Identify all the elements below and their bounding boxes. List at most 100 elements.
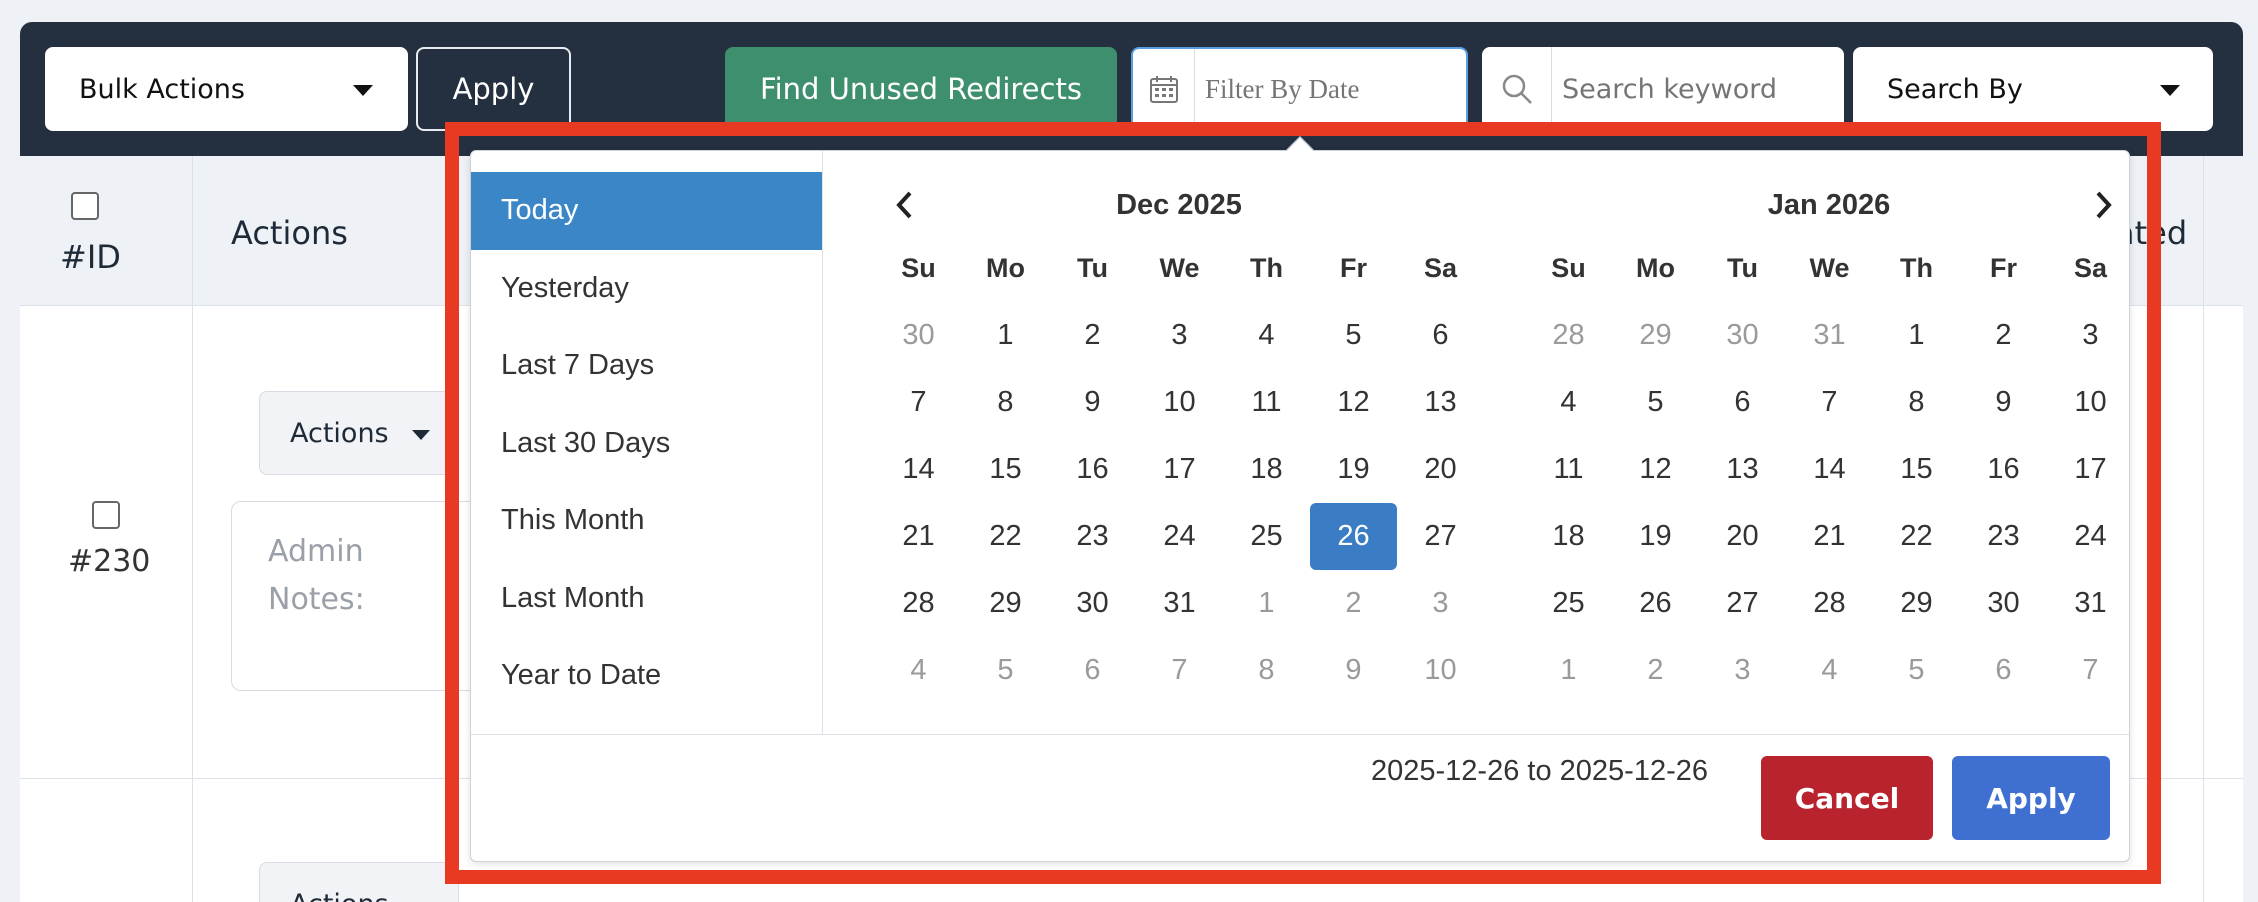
calendar-day[interactable]: 12 <box>1310 369 1397 436</box>
calendar-day[interactable]: 14 <box>875 436 962 503</box>
date-filter-field[interactable] <box>1131 47 1468 131</box>
calendar-day[interactable]: 30 <box>1960 570 2047 637</box>
range-yesterday[interactable]: Yesterday <box>471 250 822 328</box>
calendar-day[interactable]: 14 <box>1786 436 1873 503</box>
calendar-day[interactable]: 16 <box>1049 436 1136 503</box>
calendar-day[interactable]: 24 <box>2047 503 2134 570</box>
id-column-header[interactable]: #ID <box>60 238 121 276</box>
calendar-day[interactable]: 7 <box>1136 637 1223 704</box>
calendar-day[interactable]: 12 <box>1612 436 1699 503</box>
calendar-day[interactable]: 1 <box>1223 570 1310 637</box>
search-by-select[interactable]: Search By <box>1853 47 2213 131</box>
calendar-day[interactable]: 7 <box>875 369 962 436</box>
calendar-day[interactable]: 3 <box>1699 637 1786 704</box>
calendar-day[interactable]: 9 <box>1049 369 1136 436</box>
calendar-day[interactable]: 2 <box>1960 302 2047 369</box>
calendar-day[interactable]: 21 <box>875 503 962 570</box>
calendar-day[interactable]: 27 <box>1397 503 1484 570</box>
calendar-day[interactable]: 28 <box>875 570 962 637</box>
bulk-apply-button[interactable]: Apply <box>416 47 571 131</box>
calendar-day[interactable]: 24 <box>1136 503 1223 570</box>
calendar-day-selected[interactable]: 26 <box>1310 503 1397 570</box>
calendar-day[interactable]: 20 <box>1397 436 1484 503</box>
calendar-day[interactable]: 1 <box>1873 302 1960 369</box>
row-actions-button[interactable]: Actions <box>259 391 459 475</box>
search-input[interactable] <box>1552 73 1832 105</box>
calendar-day[interactable]: 29 <box>1873 570 1960 637</box>
calendar-day[interactable]: 31 <box>1136 570 1223 637</box>
calendar-day[interactable]: 9 <box>1960 369 2047 436</box>
calendar-day[interactable]: 18 <box>1525 503 1612 570</box>
calendar-day[interactable]: 29 <box>1612 302 1699 369</box>
row-checkbox[interactable] <box>92 501 120 529</box>
calendar-day[interactable]: 9 <box>1310 637 1397 704</box>
calendar-day[interactable]: 5 <box>962 637 1049 704</box>
calendar-day[interactable]: 2 <box>1310 570 1397 637</box>
calendar-day[interactable]: 17 <box>1136 436 1223 503</box>
calendar-day[interactable]: 1 <box>962 302 1049 369</box>
calendar-day[interactable]: 13 <box>1397 369 1484 436</box>
calendar-day[interactable]: 4 <box>1223 302 1310 369</box>
calendar-day[interactable]: 4 <box>875 637 962 704</box>
calendar-day[interactable]: 10 <box>1397 637 1484 704</box>
calendar-day[interactable]: 30 <box>875 302 962 369</box>
next-month-icon[interactable] <box>2083 185 2123 225</box>
calendar-day[interactable]: 4 <box>1525 369 1612 436</box>
calendar-day[interactable]: 23 <box>1049 503 1136 570</box>
calendar-day[interactable]: 8 <box>1873 369 1960 436</box>
calendar-day[interactable]: 21 <box>1786 503 1873 570</box>
calendar-day[interactable]: 28 <box>1525 302 1612 369</box>
calendar-day[interactable]: 11 <box>1525 436 1612 503</box>
calendar-day[interactable]: 6 <box>1397 302 1484 369</box>
bulk-actions-select[interactable]: Bulk Actions <box>45 47 408 131</box>
row-actions-button[interactable]: Actions <box>259 862 459 902</box>
calendar-day[interactable]: 8 <box>1223 637 1310 704</box>
range-last-7-days[interactable]: Last 7 Days <box>471 327 822 405</box>
calendar-day[interactable]: 1 <box>1525 637 1612 704</box>
cancel-button[interactable]: Cancel <box>1761 756 1933 840</box>
calendar-day[interactable]: 3 <box>2047 302 2134 369</box>
calendar-day[interactable]: 23 <box>1960 503 2047 570</box>
calendar-day[interactable]: 6 <box>1699 369 1786 436</box>
calendar-day[interactable]: 15 <box>962 436 1049 503</box>
range-this-month[interactable]: This Month <box>471 482 822 560</box>
search-field[interactable] <box>1482 47 1844 131</box>
prev-month-icon[interactable] <box>885 185 925 225</box>
calendar-day[interactable]: 2 <box>1612 637 1699 704</box>
range-last-30-days[interactable]: Last 30 Days <box>471 405 822 483</box>
calendar-day[interactable]: 7 <box>1786 369 1873 436</box>
calendar-day[interactable]: 11 <box>1223 369 1310 436</box>
calendar-day[interactable]: 17 <box>2047 436 2134 503</box>
calendar-day[interactable]: 5 <box>1310 302 1397 369</box>
range-year-to-date[interactable]: Year to Date <box>471 637 822 715</box>
calendar-day[interactable]: 31 <box>1786 302 1873 369</box>
calendar-day[interactable]: 31 <box>2047 570 2134 637</box>
date-filter-input[interactable] <box>1195 73 1455 105</box>
calendar-day[interactable]: 3 <box>1136 302 1223 369</box>
select-all-checkbox[interactable] <box>71 192 99 220</box>
calendar-day[interactable]: 22 <box>1873 503 1960 570</box>
apply-button[interactable]: Apply <box>1952 756 2110 840</box>
find-unused-redirects-button[interactable]: Find Unused Redirects <box>725 47 1117 131</box>
calendar-day[interactable]: 6 <box>1960 637 2047 704</box>
calendar-day[interactable]: 19 <box>1612 503 1699 570</box>
calendar-day[interactable]: 22 <box>962 503 1049 570</box>
calendar-day[interactable]: 19 <box>1310 436 1397 503</box>
calendar-day[interactable]: 7 <box>2047 637 2134 704</box>
calendar-day[interactable]: 10 <box>1136 369 1223 436</box>
calendar-day[interactable]: 8 <box>962 369 1049 436</box>
calendar-day[interactable]: 13 <box>1699 436 1786 503</box>
range-today[interactable]: Today <box>471 172 822 250</box>
calendar-day[interactable]: 27 <box>1699 570 1786 637</box>
calendar-day[interactable]: 2 <box>1049 302 1136 369</box>
calendar-day[interactable]: 28 <box>1786 570 1873 637</box>
calendar-day[interactable]: 16 <box>1960 436 2047 503</box>
calendar-day[interactable]: 5 <box>1873 637 1960 704</box>
calendar-day[interactable]: 18 <box>1223 436 1310 503</box>
calendar-day[interactable]: 15 <box>1873 436 1960 503</box>
calendar-day[interactable]: 25 <box>1525 570 1612 637</box>
calendar-day[interactable]: 6 <box>1049 637 1136 704</box>
calendar-day[interactable]: 30 <box>1049 570 1136 637</box>
calendar-day[interactable]: 5 <box>1612 369 1699 436</box>
range-last-month[interactable]: Last Month <box>471 560 822 638</box>
